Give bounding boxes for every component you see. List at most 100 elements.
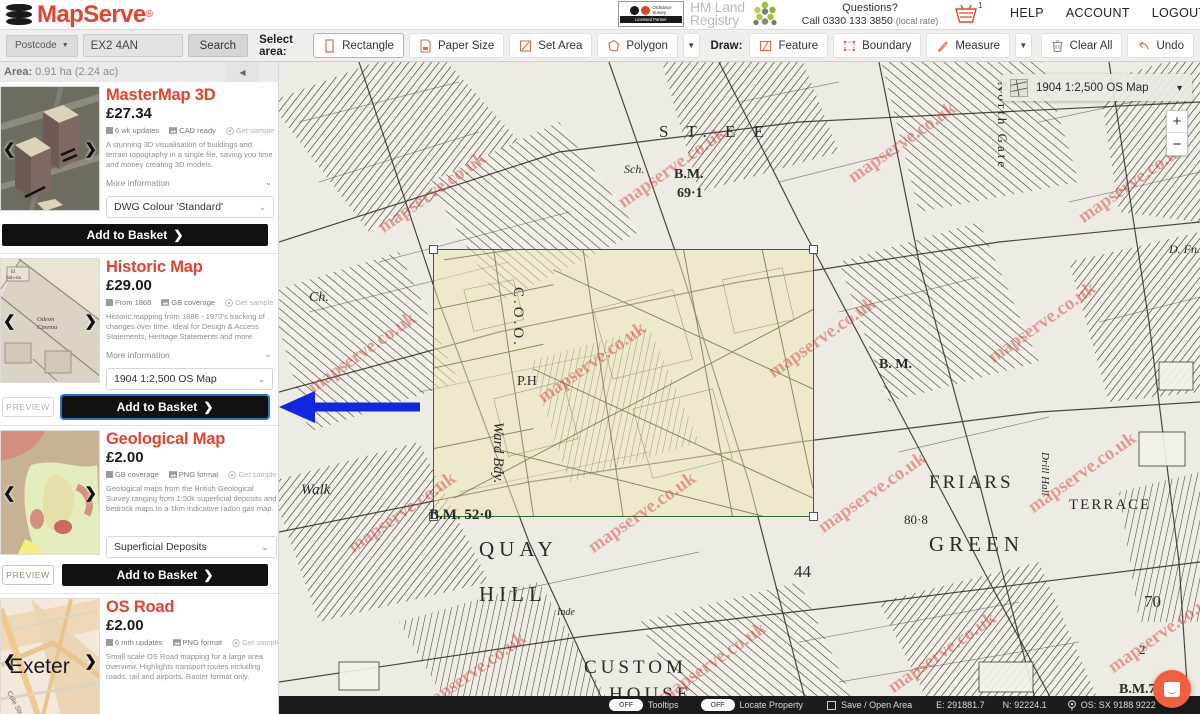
thumb-next-button[interactable]: ❯: [84, 652, 97, 670]
thumb-prev-button[interactable]: ❮: [3, 312, 16, 330]
undo-button[interactable]: Undo: [1127, 33, 1194, 58]
tooltips-label: Tooltips: [648, 700, 679, 710]
feature-sample[interactable]: Get sample: [226, 126, 274, 135]
feature-updates-label: 6 mth updates: [115, 638, 163, 647]
thumb-next-button[interactable]: ❯: [84, 484, 97, 502]
locate-property-toggle-state[interactable]: OFF: [700, 699, 735, 711]
clear-all-button[interactable]: Clear All: [1040, 33, 1123, 58]
hmlr-line2: Registry: [690, 12, 739, 28]
image-icon: [169, 127, 178, 134]
map-viewport[interactable]: B.M. 69·1 S T. E E Sch. Ch. C.O.O. P.H W…: [279, 62, 1200, 714]
add-to-basket-button[interactable]: Add to Basket ❯: [2, 224, 268, 246]
product-option-select[interactable]: Superficial Deposits ⌄: [106, 536, 277, 558]
set-area-tool-button[interactable]: Set Area: [509, 33, 593, 58]
chat-bubble-button[interactable]: [1153, 670, 1191, 708]
rectangle-tool-button[interactable]: Rectangle: [313, 33, 404, 58]
set-area-tool-label: Set Area: [538, 39, 583, 52]
polygon-tool-button[interactable]: Polygon: [597, 33, 678, 58]
feature-tool-button[interactable]: Feature: [749, 33, 829, 58]
more-information-toggle[interactable]: More information ⌄: [106, 177, 274, 189]
feature-updates: From 1866: [106, 298, 151, 307]
preview-button[interactable]: PREVIEW: [2, 565, 54, 585]
resize-handle-se[interactable]: [809, 512, 818, 521]
calendar-icon: [106, 299, 113, 306]
zoom-in-button[interactable]: +: [1167, 111, 1187, 133]
selection-overlay-detail: [428, 244, 814, 517]
sidebar-collapse-button[interactable]: ◀: [226, 62, 259, 82]
boundary-tool-button[interactable]: Boundary: [833, 33, 922, 58]
more-information-toggle[interactable]: More information ⌄: [106, 349, 273, 361]
tooltips-toggle[interactable]: OFF Tooltips: [609, 699, 679, 711]
product-option-select[interactable]: DWG Colour 'Standard' ⌄: [106, 196, 275, 218]
basket-button[interactable]: 1: [953, 1, 993, 27]
set-area-icon: [520, 39, 532, 52]
product-option-select[interactable]: 1904 1:2,500 OS Map ⌄: [106, 368, 274, 390]
resize-handle-nw[interactable]: [429, 245, 438, 254]
select-area-more-button[interactable]: ▼: [682, 33, 700, 58]
area-label: Area:: [4, 66, 33, 78]
historic-map-thumbnail[interactable]: El Sub-sta Odeon Cinema ❮ ❯: [0, 258, 100, 383]
thumb-prev-button[interactable]: ❮: [3, 140, 16, 158]
os-road-thumbnail[interactable]: Exeter Cole Street ❮ ❯: [0, 598, 100, 714]
zoom-out-button[interactable]: −: [1167, 133, 1187, 155]
search-input[interactable]: [82, 34, 183, 57]
os-grid-value: OS: SX 9188 9222: [1080, 700, 1156, 710]
logout-link[interactable]: LOGOUT: [1152, 6, 1200, 20]
feature-updates: 6 wk updates: [106, 126, 159, 135]
checkbox-icon[interactable]: [827, 700, 837, 710]
basket-icon: [955, 4, 977, 23]
paper-size-tool-button[interactable]: Paper Size: [408, 33, 505, 58]
feature-sample[interactable]: Get sample: [228, 470, 277, 479]
account-link[interactable]: ACCOUNT: [1066, 6, 1130, 20]
add-to-basket-button[interactable]: Add to Basket ❯: [62, 564, 268, 586]
map-layer-selector[interactable]: 1904 1:2,500 OS Map ▼: [1002, 74, 1192, 101]
postcode-dropdown[interactable]: Postcode ▼: [6, 34, 78, 57]
measure-icon: [938, 40, 949, 52]
os-grid-ref: OS: SX 9188 9222: [1067, 699, 1156, 711]
measure-tool-label: Measure: [955, 39, 1001, 52]
brand-logo[interactable]: MapServe ®: [0, 1, 153, 29]
os-dot-dark-icon: [630, 5, 640, 15]
area-selection-rectangle[interactable]: [428, 244, 818, 521]
product-option-value: DWG Colour 'Standard': [114, 201, 224, 213]
locate-property-toggle[interactable]: OFF Locate Property: [700, 699, 803, 711]
postcode-label: Postcode: [15, 40, 57, 51]
chat-bubble-icon: [1164, 681, 1180, 697]
measure-tool-button[interactable]: Measure: [926, 33, 1011, 58]
search-button[interactable]: Search: [187, 34, 249, 57]
chevron-down-icon: ▼: [61, 42, 69, 49]
help-link[interactable]: HELP: [1010, 6, 1044, 20]
preview-button[interactable]: PREVIEW: [2, 397, 54, 417]
app-header: MapServe ® Ordnance Survey Licensed Part…: [0, 0, 1200, 29]
add-to-basket-button[interactable]: Add to Basket ❯: [60, 394, 270, 420]
chevron-down-icon: ⌄: [261, 541, 269, 552]
area-value: 0.91 ha (2.24 ac): [35, 66, 119, 78]
product-card-mastermap-3d: ❮ ❯ MasterMap 3D £27.34 6 wk updates CAD…: [0, 82, 278, 254]
feature-updates-label: 6 wk updates: [115, 126, 160, 135]
thumb-prev-button[interactable]: ❮: [3, 484, 16, 502]
sample-icon: [232, 638, 240, 647]
resize-handle-ne[interactable]: [809, 245, 818, 254]
draw-more-button[interactable]: ▼: [1015, 33, 1032, 58]
mastermap3d-thumbnail[interactable]: ❮ ❯: [0, 86, 100, 211]
feature-sample[interactable]: Get sample: [225, 298, 273, 307]
ordnance-survey-badge: Ordnance Survey Licensed Partner: [618, 1, 684, 27]
product-description: Historic mapping from 1886 - 1970's trac…: [106, 312, 265, 341]
product-sidebar: Area: 0.91 ha (2.24 ac) ◀ ❮ ❯ MasterMap …: [0, 62, 279, 714]
trash-icon: [1052, 39, 1063, 52]
product-features: 6 wk updates CAD ready Get sample: [106, 126, 274, 135]
tooltips-toggle-state[interactable]: OFF: [609, 699, 643, 711]
feature-format-label: GB coverage: [171, 298, 216, 307]
save-open-area-checkbox[interactable]: Save / Open Area: [827, 700, 912, 710]
resize-handle-sw[interactable]: [429, 512, 438, 521]
thumb-next-button[interactable]: ❯: [84, 140, 97, 158]
thumb-prev-button[interactable]: ❮: [3, 652, 16, 670]
rectangle-tool-label: Rectangle: [342, 39, 394, 52]
feature-format: CAD ready: [169, 126, 216, 135]
geological-map-thumbnail[interactable]: ❮ ❯: [0, 430, 100, 555]
product-card-historic-map: El Sub-sta Odeon Cinema ❮ ❯ Historic Map…: [0, 254, 278, 426]
feature-sample[interactable]: Get sample: [232, 638, 278, 647]
brand-registered-mark: ®: [145, 9, 153, 20]
sample-icon: [225, 298, 233, 307]
thumb-next-button[interactable]: ❯: [84, 312, 97, 330]
